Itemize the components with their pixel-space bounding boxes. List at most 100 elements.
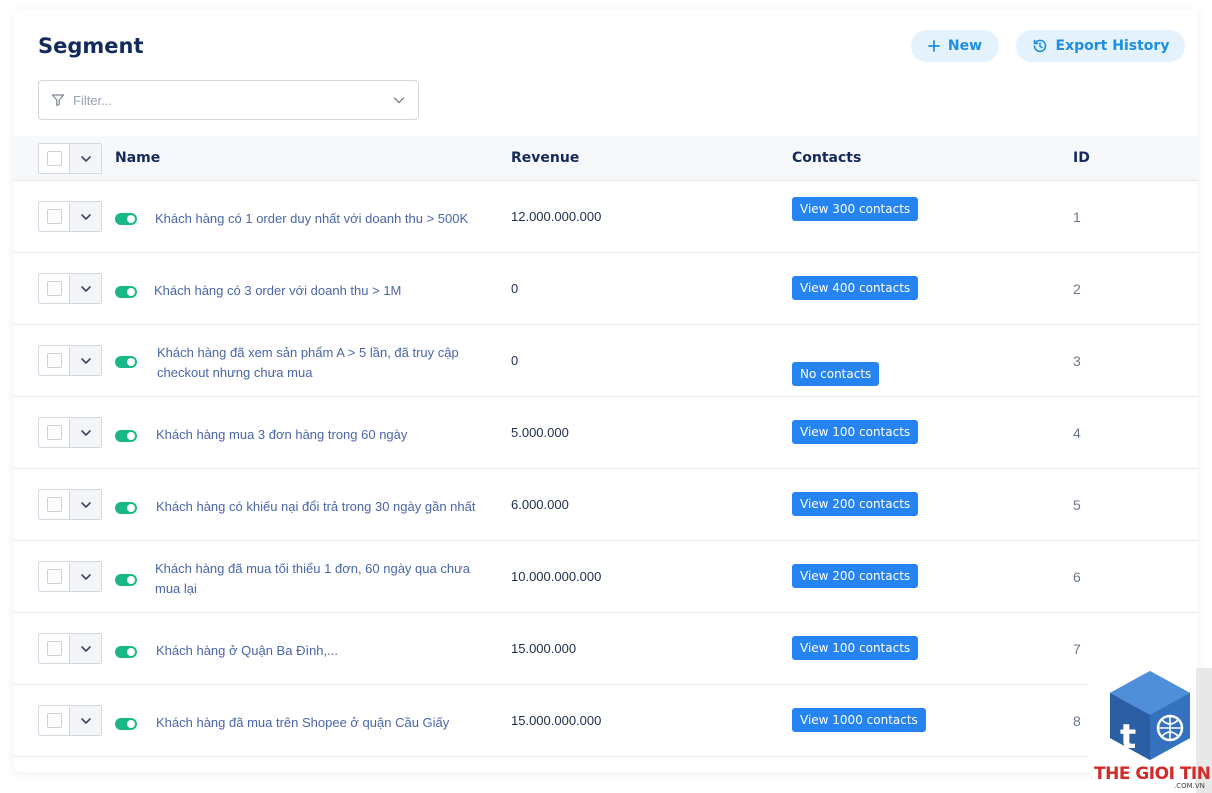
- view-contacts-button[interactable]: View 300 contacts: [792, 197, 919, 221]
- revenue-value: 5.000.000: [511, 425, 569, 440]
- filter-input[interactable]: [73, 92, 384, 108]
- row-checkbox[interactable]: [39, 490, 70, 519]
- row-dropdown[interactable]: [70, 418, 101, 447]
- segment-name-link[interactable]: Khách hàng có 3 order với doanh thu > 1M: [154, 281, 484, 301]
- segment-name-link[interactable]: Khách hàng đã mua trên Shopee ở quận Cầu…: [156, 713, 486, 733]
- segment-name-link[interactable]: Khách hàng mua 3 đơn hàng trong 60 ngày: [156, 425, 486, 445]
- select-all-checkbox[interactable]: [39, 144, 70, 173]
- chevron-down-icon: [80, 573, 91, 580]
- segment-id: 3: [1073, 353, 1081, 369]
- row-select-control[interactable]: [38, 201, 102, 232]
- revenue-value: 15.000.000: [511, 641, 577, 656]
- table-row: Khách hàng ở Quận Ba Đình,... 15.000.000…: [14, 613, 1198, 685]
- filter-icon: [51, 94, 65, 107]
- segment-id: 2: [1073, 281, 1081, 297]
- row-select-control[interactable]: [38, 273, 102, 304]
- table-row: Khách hàng có 1 order duy nhất với doanh…: [14, 181, 1198, 253]
- view-contacts-button[interactable]: View 200 contacts: [792, 564, 919, 588]
- chevron-down-icon: [80, 285, 91, 292]
- segment-active-toggle[interactable]: [115, 646, 137, 658]
- view-contacts-button[interactable]: View 100 contacts: [792, 420, 919, 444]
- table-row: Khách hàng mua 3 đơn hàng trong 60 ngày …: [14, 397, 1198, 469]
- export-button-label: Export History: [1055, 38, 1170, 54]
- row-select-control[interactable]: [38, 417, 102, 448]
- segment-id: 6: [1073, 569, 1081, 585]
- row-dropdown[interactable]: [70, 706, 101, 735]
- column-header-contacts[interactable]: Contacts: [792, 150, 861, 166]
- export-history-button[interactable]: Export History: [1016, 30, 1185, 62]
- segment-name-link[interactable]: Khách hàng có 1 order duy nhất với doanh…: [155, 209, 485, 229]
- row-dropdown[interactable]: [70, 202, 101, 231]
- watermark-subtext: .COM.VN: [1174, 782, 1205, 790]
- row-checkbox[interactable]: [39, 634, 70, 663]
- revenue-value: 0: [511, 353, 519, 368]
- segment-active-toggle[interactable]: [115, 430, 137, 442]
- table-row: Khách hàng có 3 order với doanh thu > 1M…: [14, 253, 1198, 325]
- table-row: Khách hàng đã xem sản phẩm A > 5 lần, đã…: [14, 325, 1198, 397]
- page-title: Segment: [38, 34, 144, 58]
- segment-active-toggle[interactable]: [115, 718, 137, 730]
- column-header-name[interactable]: Name: [115, 150, 160, 166]
- chevron-down-icon: [80, 717, 91, 724]
- row-checkbox[interactable]: [39, 418, 70, 447]
- plus-icon: [928, 40, 940, 52]
- svg-text:t: t: [1120, 717, 1136, 757]
- watermark-logo: t THE GIOI TINHOC .COM.VN: [1088, 668, 1212, 793]
- segment-name-link[interactable]: Khách hàng đã mua tối thiểu 1 đơn, 60 ng…: [155, 559, 475, 599]
- segment-active-toggle[interactable]: [115, 502, 137, 514]
- row-checkbox[interactable]: [39, 706, 70, 735]
- watermark-text: THE GIOI TINHOC: [1094, 764, 1212, 784]
- chevron-down-icon: [80, 155, 91, 162]
- select-all-dropdown[interactable]: [70, 144, 101, 173]
- view-contacts-button[interactable]: View 200 contacts: [792, 492, 919, 516]
- row-select-control[interactable]: [38, 345, 102, 376]
- chevron-down-icon[interactable]: [392, 93, 406, 107]
- row-dropdown[interactable]: [70, 346, 101, 375]
- segment-active-toggle[interactable]: [115, 286, 137, 298]
- row-dropdown[interactable]: [70, 634, 101, 663]
- row-select-control[interactable]: [38, 489, 102, 520]
- row-checkbox[interactable]: [39, 346, 70, 375]
- segment-name-link[interactable]: Khách hàng ở Quận Ba Đình,...: [156, 641, 486, 661]
- revenue-value: 12.000.000.000: [511, 209, 602, 224]
- segment-active-toggle[interactable]: [115, 213, 137, 225]
- view-contacts-button[interactable]: No contacts: [792, 362, 880, 386]
- chevron-down-icon: [80, 501, 91, 508]
- column-header-id[interactable]: ID: [1073, 150, 1090, 166]
- revenue-value: 15.000.000.000: [511, 713, 602, 728]
- row-select-control[interactable]: [38, 633, 102, 664]
- row-checkbox[interactable]: [39, 274, 70, 303]
- segment-active-toggle[interactable]: [115, 574, 137, 586]
- row-select-control[interactable]: [38, 561, 102, 592]
- segment-name-link[interactable]: Khách hàng đã xem sản phẩm A > 5 lần, đã…: [157, 343, 477, 383]
- chevron-down-icon: [80, 357, 91, 364]
- select-all-control[interactable]: [38, 143, 102, 174]
- revenue-value: 0: [511, 281, 519, 296]
- view-contacts-button[interactable]: View 400 contacts: [792, 276, 919, 300]
- row-dropdown[interactable]: [70, 490, 101, 519]
- filter-dropdown[interactable]: [38, 80, 419, 120]
- row-checkbox[interactable]: [39, 562, 70, 591]
- chevron-down-icon: [80, 213, 91, 220]
- column-header-revenue[interactable]: Revenue: [511, 150, 579, 166]
- segment-id: 1: [1073, 209, 1081, 225]
- segment-id: 8: [1073, 713, 1081, 729]
- segment-id: 5: [1073, 497, 1081, 513]
- segment-active-toggle[interactable]: [115, 356, 137, 368]
- row-dropdown[interactable]: [70, 274, 101, 303]
- revenue-value: 6.000.000: [511, 497, 569, 512]
- segment-card: Segment New Export History Filter... Nam…: [14, 10, 1198, 772]
- row-checkbox[interactable]: [39, 202, 70, 231]
- row-select-control[interactable]: [38, 705, 102, 736]
- table-row: Khách hàng có khiếu nại đổi trả trong 30…: [14, 469, 1198, 541]
- view-contacts-button[interactable]: View 100 contacts: [792, 636, 919, 660]
- row-dropdown[interactable]: [70, 562, 101, 591]
- segment-id: 7: [1073, 641, 1081, 657]
- table-row: Khách hàng đã mua tối thiểu 1 đơn, 60 ng…: [14, 541, 1198, 613]
- segment-name-link[interactable]: Khách hàng có khiếu nại đổi trả trong 30…: [156, 497, 486, 517]
- view-contacts-button[interactable]: View 1000 contacts: [792, 708, 926, 732]
- table-row: Khách hàng đã mua trên Shopee ở quận Cầu…: [14, 685, 1198, 757]
- chevron-down-icon: [80, 429, 91, 436]
- revenue-value: 10.000.000.000: [511, 569, 602, 584]
- new-segment-button[interactable]: New: [911, 30, 999, 62]
